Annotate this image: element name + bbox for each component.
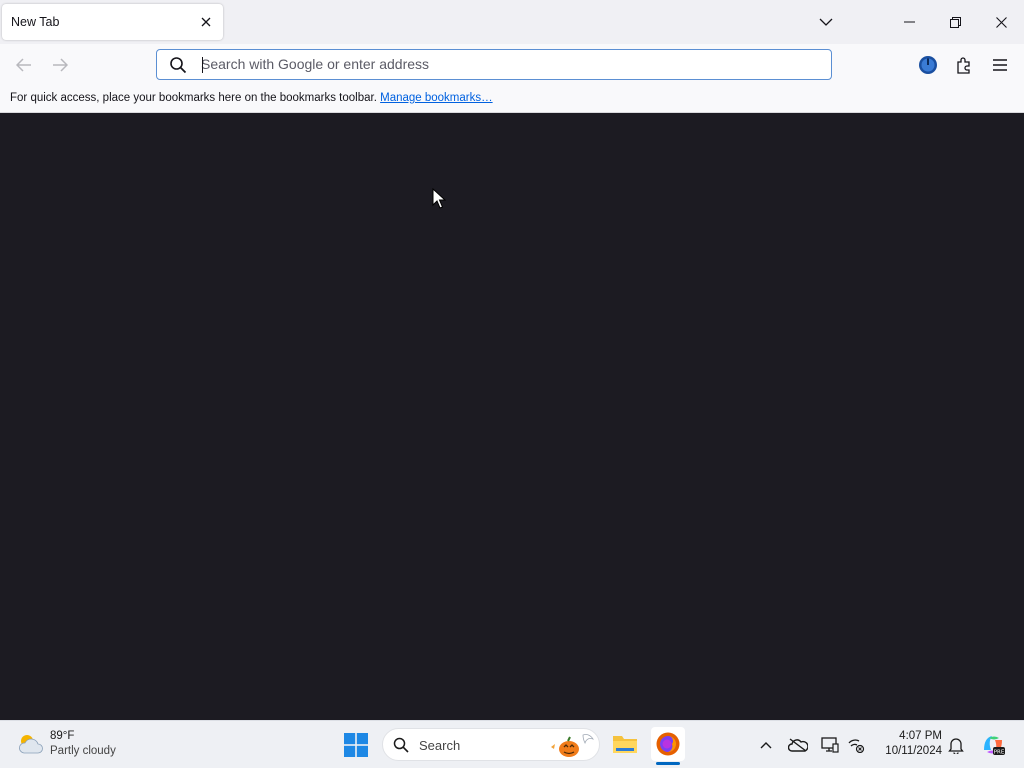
system-clock[interactable]: 4:07 PM 10/11/2024	[872, 729, 942, 759]
tab-close-icon[interactable]	[197, 13, 215, 31]
minimize-icon[interactable]	[886, 0, 932, 44]
file-explorer-icon[interactable]	[608, 727, 642, 761]
onedrive-icon[interactable]	[788, 735, 808, 755]
manage-bookmarks-link[interactable]: Manage bookmarks…	[380, 92, 493, 104]
search-icon	[169, 56, 187, 74]
address-input[interactable]	[201, 53, 811, 75]
bell-icon[interactable]	[946, 735, 966, 755]
address-bar[interactable]	[156, 49, 832, 80]
copilot-icon[interactable]: PRE	[980, 732, 1006, 758]
tab-new-tab[interactable]: New Tab	[2, 4, 223, 40]
tab-strip: New Tab	[0, 0, 1024, 44]
list-all-tabs-chevron-down-icon[interactable]	[803, 0, 849, 44]
weather-desc: Partly cloudy	[50, 745, 116, 757]
network-icon[interactable]	[846, 735, 866, 755]
active-app-indicator	[656, 762, 680, 765]
nav-bar	[0, 44, 1024, 86]
firefox-icon[interactable]	[651, 727, 685, 761]
taskbar-search[interactable]: Search	[382, 728, 600, 761]
tray-chevron-icon[interactable]	[756, 735, 776, 755]
back-arrow-icon[interactable]	[10, 52, 38, 78]
windows-start-icon[interactable]	[344, 733, 368, 757]
clock-date: 10/11/2024	[885, 745, 942, 757]
restore-icon[interactable]	[932, 0, 978, 44]
page-content[interactable]	[0, 113, 1024, 720]
extensions-icon[interactable]	[950, 52, 978, 78]
bookmarks-hint-text: For quick access, place your bookmarks h…	[10, 92, 377, 104]
weather-widget[interactable]: 89°F Partly cloudy	[16, 727, 146, 763]
search-icon	[393, 737, 409, 753]
halloween-pumpkin-icon	[551, 734, 594, 757]
menu-icon[interactable]	[986, 52, 1014, 78]
mouse-cursor-icon	[432, 187, 447, 215]
taskbar: 89°F Partly cloudy Search 4:07 PM 10/11/…	[0, 720, 1024, 768]
bookmarks-hint: For quick access, place your bookmarks h…	[10, 92, 493, 104]
taskbar-search-label: Search	[419, 738, 461, 753]
partly-cloudy-icon	[19, 735, 43, 754]
account-icon[interactable]	[914, 52, 942, 78]
display-icon[interactable]	[820, 735, 840, 755]
text-caret	[202, 57, 203, 73]
forward-arrow-icon[interactable]	[46, 52, 74, 78]
close-icon[interactable]	[978, 0, 1024, 44]
weather-temp: 89°F	[50, 730, 75, 742]
tab-title: New Tab	[11, 15, 60, 29]
bookmarks-toolbar: For quick access, place your bookmarks h…	[0, 86, 1024, 113]
clock-time: 4:07 PM	[899, 730, 942, 742]
svg-text:PRE: PRE	[994, 749, 1005, 755]
